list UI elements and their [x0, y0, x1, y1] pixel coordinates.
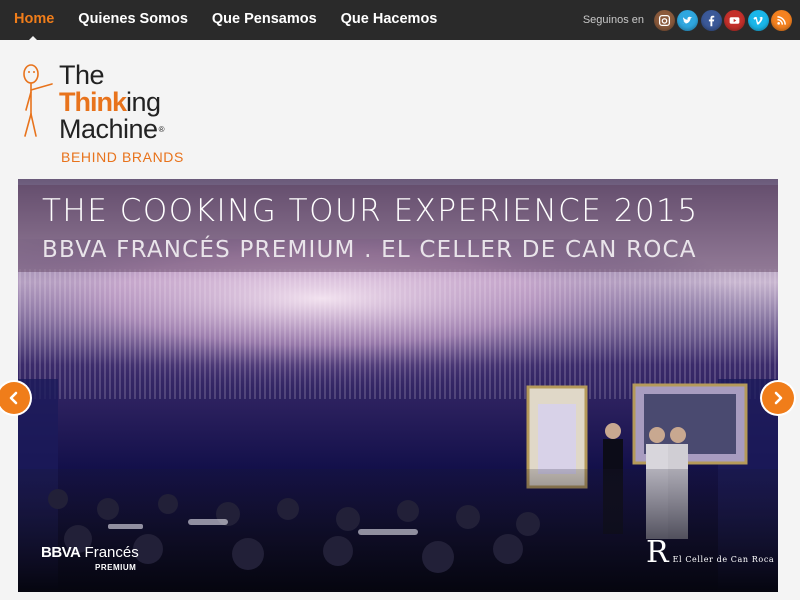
logo-ing: ing	[126, 87, 161, 117]
main-nav: Home Quienes Somos Que Pensamos Que Hace…	[0, 0, 450, 41]
nav-que-pensamos[interactable]: Que Pensamos	[200, 0, 329, 40]
logo-machine: Machine	[59, 114, 158, 144]
facebook-icon[interactable]	[700, 9, 722, 31]
nav-home[interactable]: Home	[0, 0, 66, 41]
logo-line-machine: Machine®	[59, 114, 165, 144]
twitter-icon[interactable]	[677, 9, 698, 31]
partner-mark: R	[646, 535, 669, 570]
nav-quienes-somos[interactable]: Quienes Somos	[66, 0, 200, 40]
slide-title: THE COOKING TOUR EXPERIENCE 2015	[42, 193, 699, 229]
stick-figure-icon	[23, 64, 53, 137]
chevron-left-icon	[9, 391, 18, 405]
partner-name: El Celler de Can Roca	[672, 555, 775, 564]
vimeo-icon[interactable]	[747, 9, 769, 31]
sponsor-bold: BBVA	[41, 544, 81, 561]
youtube-icon[interactable]	[724, 9, 745, 31]
sponsor-rest: Francés	[80, 544, 139, 561]
chevron-right-icon	[774, 391, 783, 405]
site-logo[interactable]: The Thinking Machine® BEHIND BRANDS	[18, 58, 218, 168]
top-nav-bar: Home Quienes Somos Que Pensamos Que Hace…	[0, 0, 800, 41]
sponsor-sub: PREMIUM	[95, 563, 137, 572]
logo-line-the: The	[59, 60, 105, 90]
nav-que-hacemos[interactable]: Que Hacemos	[329, 0, 450, 40]
slide-subtitle: BBVA FRANCÉS PREMIUM . EL CELLER DE CAN …	[42, 237, 697, 263]
sponsor-name: BBVA Francés	[41, 544, 139, 561]
sponsor-logo: BBVA Francés PREMIUM	[41, 544, 139, 572]
follow-label: Seguinos en	[582, 14, 644, 26]
instagram-icon[interactable]	[653, 9, 675, 31]
rss-icon[interactable]	[771, 9, 792, 31]
hero-slider: THE COOKING TOUR EXPERIENCE 2015 BBVA FR…	[18, 179, 778, 592]
slider-next-button[interactable]	[762, 382, 794, 414]
logo-line-thinking: Thinking	[59, 89, 161, 116]
logo-think: Think	[59, 87, 127, 117]
partner-logo: R El Celler de Can Roca	[646, 535, 775, 570]
logo-registered: ®	[158, 125, 165, 134]
social-links: Seguinos en	[583, 0, 792, 40]
logo-tagline: BEHIND BRANDS	[61, 149, 184, 165]
